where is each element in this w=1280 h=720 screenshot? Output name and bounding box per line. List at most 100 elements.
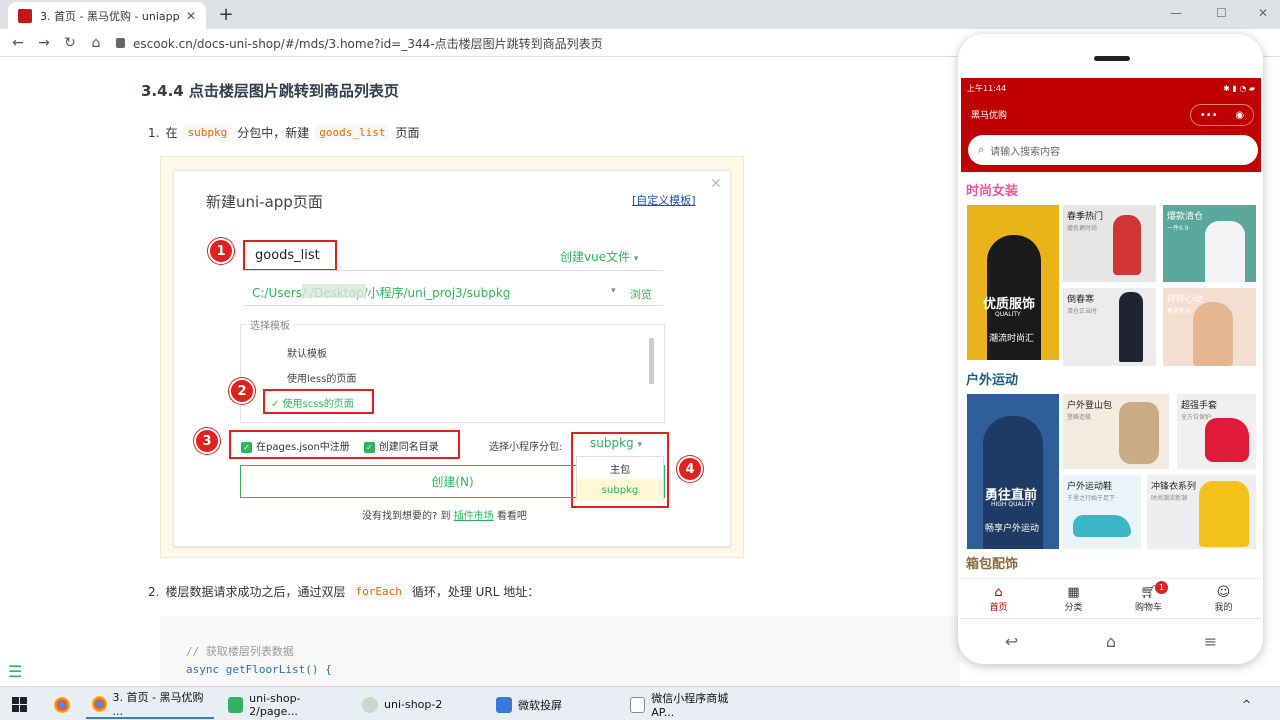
divider [243, 270, 663, 271]
search-box[interactable]: ⌕ 请输入搜索内容 [968, 135, 1258, 165]
taskbar-label: 微软投屏 [518, 698, 562, 712]
marker-3: 3 [194, 428, 220, 454]
chrome-icon [92, 695, 107, 712]
template-legend: 选择模板 [246, 317, 294, 332]
floor-main-image[interactable]: 勇往直前 HIGH QUALITY 畅享户外运动 [967, 394, 1059, 549]
maximize-window-button[interactable]: ☐ [1216, 6, 1227, 20]
floor-tile[interactable]: 户外运动鞋 千里之行始于足下 [1063, 475, 1141, 549]
capsule-menu[interactable]: ••• ◉ [1190, 104, 1254, 126]
reload-button[interactable]: ↻ [57, 35, 83, 51]
home-icon[interactable]: ⌂ [1106, 632, 1116, 651]
register-pages-json-checkbox[interactable]: ✓ 在pages.json中注册 [241, 438, 350, 453]
back-icon[interactable]: ↩ [1005, 632, 1018, 651]
divider [243, 305, 663, 306]
chrome-pinned[interactable] [48, 690, 76, 719]
step-text: 页面 [395, 126, 420, 140]
new-tab-button[interactable]: + [216, 4, 236, 25]
typora-icon [630, 696, 646, 713]
tab-my[interactable]: ☺ 我的 [1186, 579, 1261, 618]
template-less[interactable]: 使用less的页面 [287, 370, 356, 385]
taskbar-label: 微信小程序商城AP... [651, 692, 729, 719]
dropdown-option-subpkg[interactable]: subpkg [577, 479, 663, 501]
floor-main-image[interactable]: 优质服饰 QUALITY 潮流时尚汇 [967, 205, 1059, 360]
tab-label: 购物车 [1134, 602, 1162, 613]
main-sub: QUALITY [995, 311, 1021, 318]
taskbar-item-devtools[interactable]: uni-shop-2 [356, 690, 484, 719]
tile-title: 砰砰心动 [1167, 295, 1204, 305]
tile-subtitle: 时尚潮流新潮 [1151, 495, 1188, 502]
phone-tab-bar: ⌂ 首页 ▦ 分类 🛒︎ 购物车 1 ☺ 我的 [961, 578, 1261, 618]
glove-image [1205, 418, 1249, 462]
status-time: 上午11:44 [967, 83, 1007, 93]
floor-tile[interactable]: 冲锋衣系列 时尚潮流新潮 [1147, 475, 1256, 549]
floor-tile[interactable]: 砰砰心动 春夏新品 [1163, 288, 1256, 366]
step-text: 在 [165, 126, 178, 140]
model-figure [1119, 292, 1143, 362]
sidebar-toggle-icon[interactable]: ☰ [8, 662, 22, 681]
floor-tile[interactable]: 爆款清仓 一件9.9 [1163, 205, 1256, 282]
browser-tab[interactable]: 3. 首页 - 黑马优购 - uniapp ✕ [8, 2, 206, 29]
nav-title: 黑马优购 [971, 111, 1008, 121]
browse-button[interactable]: 浏览 [630, 286, 652, 302]
template-scrollbar[interactable] [649, 338, 654, 384]
template-scss[interactable]: ✓ 使用scss的页面 [263, 389, 374, 414]
floor-tile[interactable]: 春季热门 撞色更时尚 [1063, 205, 1156, 282]
custom-template-link[interactable]: [自定义模板] [632, 192, 696, 208]
floor-tile[interactable]: 倒春寒 清仓正当时 [1063, 288, 1156, 366]
phone-simulator: 上午11:44 ✱ ▮ ◔ ▰ 黑马优购 ••• ◉ ⌕ 请输入搜索内容 时尚女… [958, 34, 1263, 664]
menu-icon[interactable]: ≡ [1204, 632, 1217, 651]
model-figure [1205, 221, 1245, 282]
tab-label: 分类 [1064, 602, 1083, 613]
back-button[interactable]: ← [5, 35, 31, 51]
jacket-image [1199, 481, 1249, 547]
taskbar-label: uni-shop-2 [384, 698, 443, 711]
dropdown-option-main[interactable]: 主包 [577, 457, 663, 479]
cast-icon [496, 696, 512, 713]
minimize-window-button[interactable]: — [1170, 6, 1182, 20]
page-name-input[interactable]: goods_list [243, 240, 337, 271]
taskbar-item-doc[interactable]: 微信小程序商城AP... [624, 690, 752, 719]
taskbar-item-cast[interactable]: 微软投屏 [490, 690, 618, 719]
tab-home[interactable]: ⌂ 首页 [961, 579, 1036, 618]
status-icons: ✱ ▮ ◔ ▰ [1223, 83, 1255, 93]
floor-title: 户外运动 [966, 373, 1019, 388]
step-2-text: 2. 楼层数据请求成功之后，通过双层 forEach 循环，处理 URL 地址： [148, 583, 539, 600]
close-tab-icon[interactable]: ✕ [186, 9, 196, 23]
close-capsule-icon[interactable]: ◉ [1235, 110, 1244, 121]
tab-category[interactable]: ▦ 分类 [1036, 579, 1111, 618]
search-icon: ⌕ [978, 143, 985, 156]
model-figure [1193, 302, 1233, 366]
dialog-close-icon[interactable]: ✕ [710, 176, 722, 192]
create-same-dir-checkbox[interactable]: ✓ 创建同名目录 [363, 438, 439, 453]
start-button[interactable] [6, 690, 33, 719]
tile-title: 爆款清仓 [1167, 212, 1204, 222]
path-input[interactable]: C:/Users/ /Desktop/小程序/uni_proj3/subpkg [252, 284, 510, 301]
address-bar[interactable]: escook.cn/docs-uni-shop/#/mds/3.home?id=… [116, 33, 603, 53]
floor-tile[interactable]: 超强手套 全方位保护 [1177, 394, 1256, 469]
tile-title: 冲锋衣系列 [1151, 482, 1197, 492]
tab-cart[interactable]: 🛒︎ 购物车 1 [1111, 579, 1186, 618]
options-group: ✓ 在pages.json中注册 ✓ 创建同名目录 [229, 430, 460, 459]
caret-down-icon: ▾ [633, 254, 639, 264]
footer-text: 没有找到想要的? 到 [362, 511, 451, 522]
forward-button[interactable]: → [31, 35, 57, 51]
taskbar-label: uni-shop-2/page... [249, 691, 301, 718]
create-vue-select[interactable]: 创建vue文件 ▾ [560, 248, 638, 265]
plugin-market-link[interactable]: 插件市场 [454, 511, 494, 522]
cart-badge: 1 [1155, 581, 1168, 594]
inline-code: forEach [351, 583, 406, 600]
tile-title: 春季热门 [1067, 212, 1104, 222]
floor-tile[interactable]: 户外登山包 登峰造极 [1063, 394, 1169, 469]
close-window-button[interactable]: ✕ [1258, 6, 1268, 20]
more-icon[interactable]: ••• [1200, 110, 1218, 121]
taskbar-item-browser[interactable]: 3. 首页 - 黑马优购 ... [86, 690, 214, 719]
floor-title: 箱包配饰 [966, 557, 1019, 572]
tray-expand-button[interactable]: ^ [1236, 690, 1257, 719]
footer-text: 看看吧 [496, 511, 527, 522]
subpkg-value: subpkg [590, 436, 634, 450]
subpkg-select[interactable]: subpkg ▾ [590, 436, 642, 450]
template-default[interactable]: 默认模板 [287, 345, 327, 360]
home-button[interactable]: ⌂ [83, 35, 109, 51]
footer-hint: 没有找到想要的? 到 插件市场 看看吧 [362, 507, 527, 522]
taskbar-item-hbuilder[interactable]: uni-shop-2/page... [222, 690, 350, 719]
